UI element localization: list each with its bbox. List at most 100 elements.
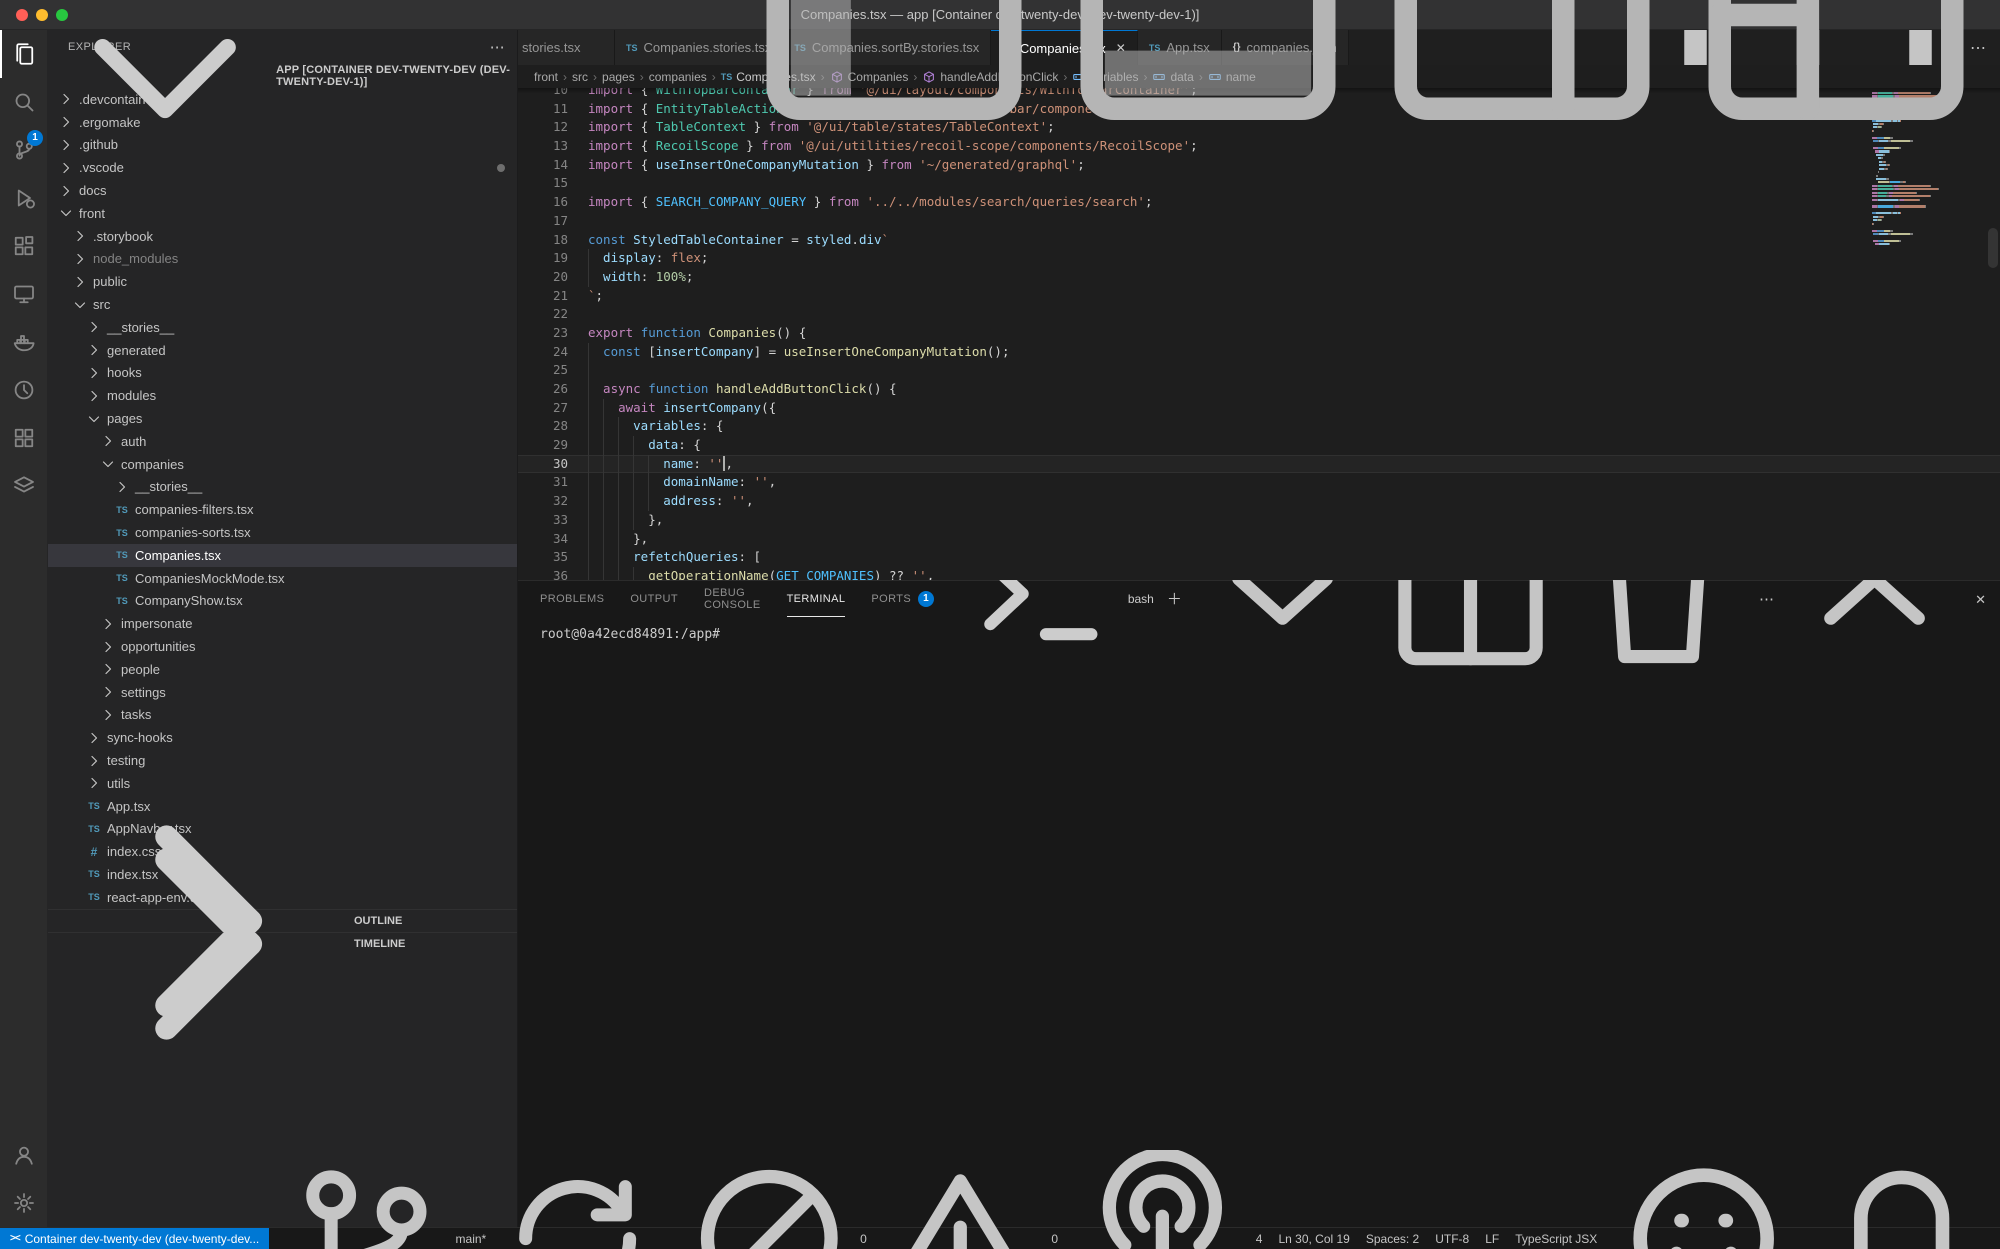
code-line-36[interactable]: 36getOperationName(GET_COMPANIES) ?? '', bbox=[518, 567, 2000, 580]
tree-folder-testing[interactable]: testing bbox=[48, 749, 517, 772]
activity-accounts[interactable] bbox=[0, 1131, 48, 1179]
code-line-16[interactable]: 16import { SEARCH_COMPANY_QUERY } from '… bbox=[518, 193, 2000, 212]
cursor-position-status[interactable]: Ln 30, Col 19 bbox=[1270, 1228, 1357, 1249]
breadcrumb-companies[interactable]: companies bbox=[649, 70, 707, 84]
tree-folder-impersonate[interactable]: impersonate bbox=[48, 612, 517, 635]
line-number: 10 bbox=[518, 88, 568, 100]
toggle-secondary-sidebar-icon[interactable] bbox=[1372, 0, 1672, 165]
activity-docker[interactable] bbox=[0, 318, 48, 366]
tree-folder-pages[interactable]: pages bbox=[48, 407, 517, 430]
remote-indicator[interactable]: >< Container dev-twenty-dev (dev-twenty-… bbox=[0, 1228, 269, 1249]
activity-explorer[interactable] bbox=[0, 30, 48, 78]
code-line-33[interactable]: 33}, bbox=[518, 511, 2000, 530]
tree-folder-auth[interactable]: auth bbox=[48, 430, 517, 453]
toggle-panel-icon[interactable] bbox=[1058, 0, 1358, 165]
line-number: 12 bbox=[518, 118, 568, 137]
code-line-15[interactable]: 15 bbox=[518, 174, 2000, 193]
close-panel-icon[interactable]: ✕ bbox=[1975, 593, 1986, 606]
explorer-more-actions-icon[interactable]: ⋯ bbox=[490, 38, 505, 56]
code-line-23[interactable]: 23export function Companies() { bbox=[518, 324, 2000, 343]
tree-file-CompanyShow.tsx[interactable]: TSCompanyShow.tsx bbox=[48, 590, 517, 613]
tree-folder-public[interactable]: public bbox=[48, 270, 517, 293]
breadcrumb-src[interactable]: src bbox=[572, 70, 588, 84]
tree-file-companies-sorts.tsx[interactable]: TScompanies-sorts.tsx bbox=[48, 521, 517, 544]
tree-folder-tasks[interactable]: tasks bbox=[48, 704, 517, 727]
tree-folder-opportunities[interactable]: opportunities bbox=[48, 635, 517, 658]
code-line-28[interactable]: 28variables: { bbox=[518, 417, 2000, 436]
new-terminal-icon[interactable]: ＋ bbox=[1167, 592, 1182, 607]
radio-tower-icon bbox=[1074, 1150, 1251, 1249]
panel-more-actions-icon[interactable]: ⋯ bbox=[1759, 592, 1774, 607]
ports-status[interactable]: 4 bbox=[1066, 1228, 1270, 1249]
line-number: 36 bbox=[518, 567, 568, 580]
activity-extensions[interactable] bbox=[0, 222, 48, 270]
tree-folder-sync-hooks[interactable]: sync-hooks bbox=[48, 726, 517, 749]
code-line-35[interactable]: 35refetchQueries: [ bbox=[518, 548, 2000, 567]
status-bar: >< Container dev-twenty-dev (dev-twenty-… bbox=[0, 1227, 2000, 1249]
git-branch-status[interactable]: main* bbox=[269, 1228, 672, 1249]
tree-folder-people[interactable]: people bbox=[48, 658, 517, 681]
tree-folder-__stories__[interactable]: __stories__ bbox=[48, 476, 517, 499]
code-line-21[interactable]: 21`; bbox=[518, 287, 2000, 306]
code-line-22[interactable]: 22 bbox=[518, 305, 2000, 324]
code-line-27[interactable]: 27await insertCompany({ bbox=[518, 399, 2000, 418]
eol-status[interactable]: LF bbox=[1477, 1228, 1507, 1249]
code-line-30[interactable]: 30name: '', bbox=[518, 455, 2000, 474]
code-line-32[interactable]: 32address: '', bbox=[518, 492, 2000, 511]
tree-folder-companies[interactable]: companies bbox=[48, 453, 517, 476]
code-line-31[interactable]: 31domainName: '', bbox=[518, 473, 2000, 492]
code-line-18[interactable]: 18const StyledTableContainer = styled.di… bbox=[518, 231, 2000, 250]
code-line-19[interactable]: 19display: flex; bbox=[518, 249, 2000, 268]
code-line-24[interactable]: 24const [insertCompany] = useInsertOneCo… bbox=[518, 343, 2000, 362]
timeline-section-header[interactable]: TIMELINE bbox=[48, 932, 517, 955]
feedback-smiley-icon[interactable] bbox=[1605, 1228, 1802, 1249]
tree-folder-generated[interactable]: generated bbox=[48, 339, 517, 362]
panel-tab-ports[interactable]: PORTS1 bbox=[871, 581, 934, 617]
code-line-20[interactable]: 20width: 100%; bbox=[518, 268, 2000, 287]
code-line-25[interactable]: 25 bbox=[518, 361, 2000, 380]
activity-layers[interactable] bbox=[0, 462, 48, 510]
notifications-bell[interactable] bbox=[1803, 1228, 2000, 1249]
encoding-status[interactable]: UTF-8 bbox=[1427, 1228, 1477, 1249]
editor-scrollbar[interactable] bbox=[1988, 228, 1998, 268]
workspace-section-header[interactable]: APP [CONTAINER DEV-TWENTY-DEV (DEV-TWENT… bbox=[48, 63, 517, 88]
tree-folder-front[interactable]: front bbox=[48, 202, 517, 225]
breadcrumb-pages[interactable]: pages bbox=[602, 70, 635, 84]
tree-file-Companies.tsx[interactable]: TSCompanies.tsx bbox=[48, 544, 517, 567]
tree-file-CompaniesMockMode.tsx[interactable]: TSCompaniesMockMode.tsx bbox=[48, 567, 517, 590]
activity-run-and-debug[interactable] bbox=[0, 174, 48, 222]
tree-folder-src[interactable]: src bbox=[48, 293, 517, 316]
activity-search[interactable] bbox=[0, 78, 48, 126]
problems-status[interactable]: 0 0 bbox=[673, 1228, 1066, 1249]
tree-file-companies-filters.tsx[interactable]: TScompanies-filters.tsx bbox=[48, 498, 517, 521]
panel-tab-debug-console[interactable]: DEBUG CONSOLE bbox=[704, 581, 761, 617]
indentation-status[interactable]: Spaces: 2 bbox=[1358, 1228, 1427, 1249]
language-mode-status[interactable]: TypeScript JSX bbox=[1507, 1228, 1605, 1249]
activity-test-explorer[interactable] bbox=[0, 414, 48, 462]
line-number: 31 bbox=[518, 473, 568, 492]
customize-layout-icon[interactable] bbox=[1686, 0, 1986, 165]
tree-folder-modules[interactable]: modules bbox=[48, 384, 517, 407]
activity-history[interactable] bbox=[0, 366, 48, 414]
tree-folder-.storybook[interactable]: .storybook bbox=[48, 225, 517, 248]
close-window-button[interactable] bbox=[16, 9, 28, 21]
toggle-sidebar-icon[interactable] bbox=[744, 0, 1044, 165]
panel-tab-output[interactable]: OUTPUT bbox=[630, 581, 678, 617]
tree-folder-node_modules[interactable]: node_modules bbox=[48, 248, 517, 271]
code-line-26[interactable]: 26async function handleAddButtonClick() … bbox=[518, 380, 2000, 399]
panel-tab-terminal[interactable]: TERMINAL bbox=[787, 581, 846, 617]
tree-folder-settings[interactable]: settings bbox=[48, 681, 517, 704]
terminal-output[interactable]: root@0a42ecd84891:/app# bbox=[518, 617, 2000, 1227]
panel-tab-problems[interactable]: PROBLEMS bbox=[540, 581, 604, 617]
activity-source-control[interactable]: 1 bbox=[0, 126, 48, 174]
code-line-34[interactable]: 34}, bbox=[518, 530, 2000, 549]
tab-stories.tsx[interactable]: stories.tsx bbox=[518, 30, 615, 65]
activity-remote-explorer[interactable] bbox=[0, 270, 48, 318]
breadcrumb-front[interactable]: front bbox=[534, 70, 558, 84]
code-line-17[interactable]: 17 bbox=[518, 212, 2000, 231]
tree-folder-hooks[interactable]: hooks bbox=[48, 362, 517, 385]
activity-settings[interactable] bbox=[0, 1179, 48, 1227]
minimize-window-button[interactable] bbox=[36, 9, 48, 21]
tree-folder-__stories__[interactable]: __stories__ bbox=[48, 316, 517, 339]
code-line-29[interactable]: 29data: { bbox=[518, 436, 2000, 455]
